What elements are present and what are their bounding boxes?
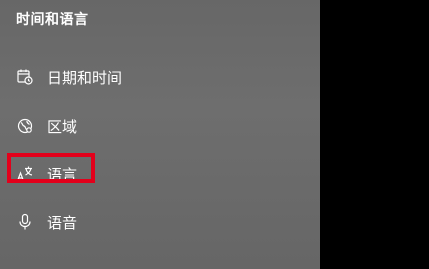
globe-region-icon [16,117,34,135]
sidebar-item-date-time[interactable]: 日期和时间 [0,57,320,97]
sidebar-item-speech[interactable]: 语音 [0,202,320,242]
sidebar-item-label: 语言 [47,165,78,184]
microphone-icon [16,213,34,231]
sidebar-item-region[interactable]: 区域 [0,106,320,146]
sidebar-item-label: 语音 [47,213,78,232]
sidebar-item-label: 区域 [47,117,78,136]
language-icon [16,165,34,183]
section-title: 时间和语言 [16,12,89,28]
sidebar-item-language[interactable]: 语言 [0,154,320,194]
settings-sidebar: 时间和语言 日期和时间 区域 语言 语音 [0,0,320,269]
content-pane [320,0,429,269]
sidebar-item-label: 日期和时间 [47,68,123,87]
calendar-clock-icon [16,68,34,86]
